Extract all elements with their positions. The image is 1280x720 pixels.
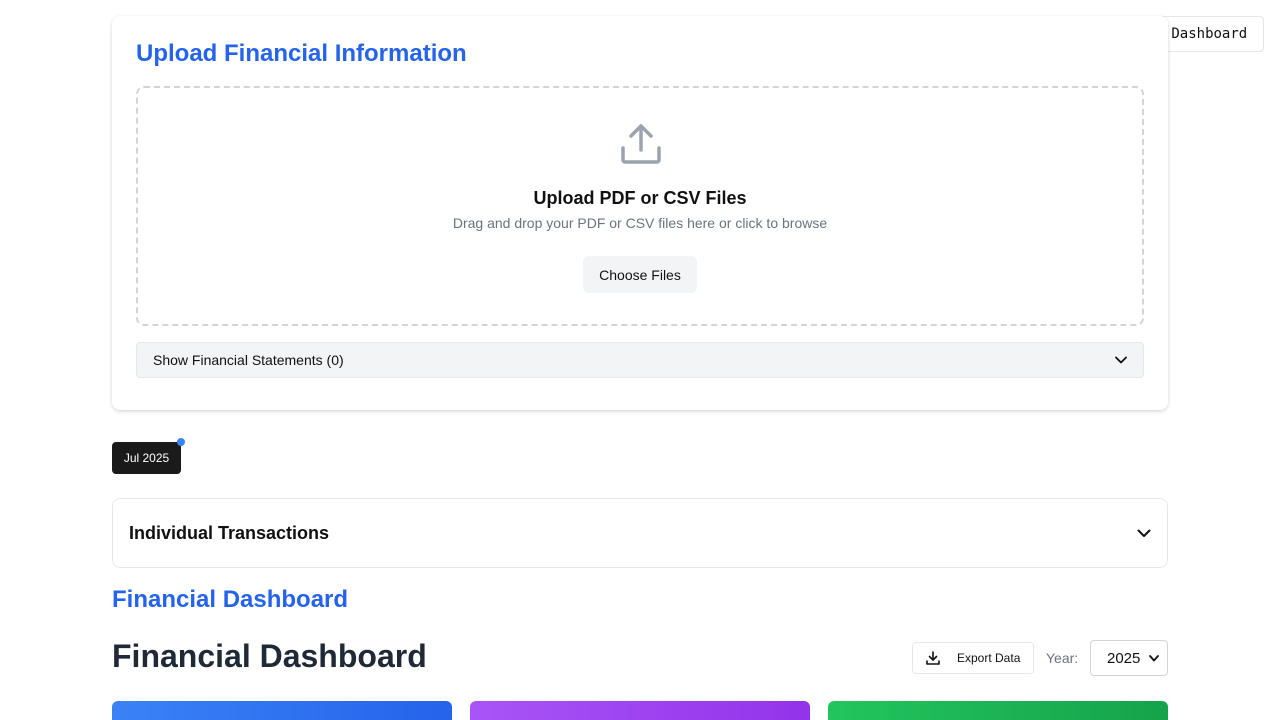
stat-card-green — [828, 701, 1168, 720]
page-title: Financial Dashboard — [112, 638, 427, 674]
transactions-title: Individual Transactions — [129, 522, 330, 543]
upload-icon — [621, 124, 661, 164]
month-chip-jul-2025[interactable]: Jul 2025 — [112, 442, 181, 474]
upload-title: Upload Financial Information — [136, 40, 467, 67]
show-statements-toggle[interactable]: Show Financial Statements (0) — [136, 342, 1144, 378]
upload-card: Upload Financial Information Upload PDF … — [112, 16, 1168, 410]
chevron-down-icon — [1115, 356, 1127, 364]
download-icon — [926, 651, 940, 665]
choose-files-button[interactable]: Choose Files — [583, 256, 697, 293]
export-data-label: Export Data — [957, 651, 1021, 665]
show-statements-label: Show Financial Statements (0) — [153, 352, 344, 368]
chevron-down-icon — [1149, 654, 1159, 661]
section-heading: Financial Dashboard — [112, 586, 349, 613]
month-indicator-dot — [177, 438, 185, 446]
dropzone-title: Upload PDF or CSV Files — [533, 188, 747, 208]
stat-card-blue — [112, 701, 452, 720]
individual-transactions-panel[interactable]: Individual Transactions — [112, 498, 1168, 568]
year-value: 2025 — [1107, 649, 1141, 667]
year-select[interactable]: 2025 — [1090, 640, 1168, 676]
export-data-button[interactable]: Export Data — [912, 642, 1034, 674]
year-label: Year: — [1046, 650, 1079, 666]
dropzone-subtitle: Drag and drop your PDF or CSV files here… — [452, 215, 828, 231]
chevron-down-icon — [1137, 529, 1151, 537]
file-dropzone[interactable]: Upload PDF or CSV Files Drag and drop yo… — [136, 86, 1144, 326]
stat-card-purple — [470, 701, 810, 720]
